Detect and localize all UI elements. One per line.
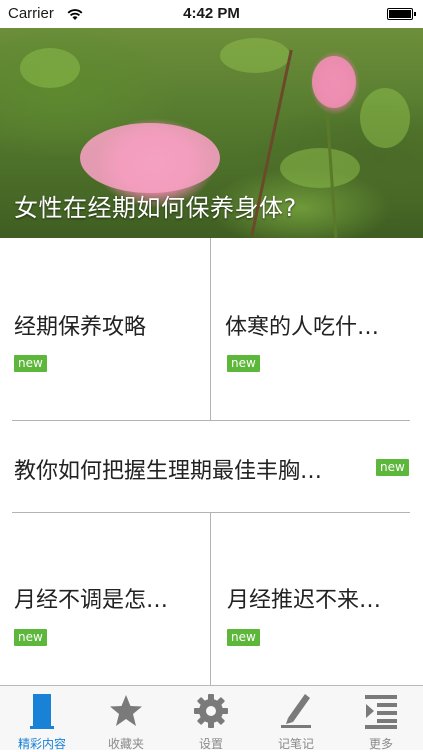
tab-label: 记笔记 xyxy=(277,737,314,751)
clock: 4:42 PM xyxy=(183,5,240,22)
tab-favorites[interactable]: 收藏夹 xyxy=(84,686,168,751)
tab-settings[interactable]: 设置 xyxy=(169,686,253,751)
foliage-decor xyxy=(20,48,80,88)
status-bar: Carrier 4:42 PM xyxy=(0,0,423,28)
tab-bar: 精彩内容 收藏夹 设置 记笔记 更多 xyxy=(0,685,423,751)
new-badge: new xyxy=(227,629,260,646)
foliage-decor xyxy=(220,38,290,73)
article-title: 月经不调是怎… xyxy=(14,588,169,613)
rose-bud-image xyxy=(312,56,356,108)
new-badge: new xyxy=(14,355,47,372)
foliage-decor xyxy=(280,148,360,188)
new-badge: new xyxy=(227,355,260,372)
star-icon xyxy=(110,695,142,726)
tab-featured[interactable]: 精彩内容 xyxy=(0,686,84,751)
pen-icon xyxy=(281,694,311,728)
rose-image xyxy=(80,123,220,193)
article-title: 月经推迟不来… xyxy=(227,588,382,613)
tab-notes[interactable]: 记笔记 xyxy=(254,686,338,751)
hero-title: 女性在经期如何保养身体? xyxy=(14,194,297,222)
tab-more[interactable]: 更多 xyxy=(339,686,423,751)
article-title: 教你如何把握生理期最佳丰胸… xyxy=(14,459,323,484)
article-card[interactable]: 体寒的人吃什… new xyxy=(211,238,423,420)
article-card[interactable]: 月经推迟不来… new xyxy=(211,513,423,685)
tab-label: 设置 xyxy=(198,737,223,751)
article-title: 经期保养攻略 xyxy=(14,315,147,340)
tab-label: 收藏夹 xyxy=(107,737,144,751)
list-icon xyxy=(365,695,397,729)
article-card[interactable]: 经期保养攻略 new xyxy=(0,238,210,420)
article-card[interactable]: 教你如何把握生理期最佳丰胸… new xyxy=(0,421,423,512)
tab-label: 精彩内容 xyxy=(17,737,66,751)
new-badge: new xyxy=(376,459,409,476)
new-badge: new xyxy=(14,629,47,646)
bookmark-icon xyxy=(30,694,54,729)
article-card[interactable]: 月经不调是怎… new xyxy=(0,513,210,685)
foliage-decor xyxy=(360,88,410,148)
gear-icon xyxy=(194,694,228,728)
tab-label: 更多 xyxy=(368,737,393,751)
hero-banner[interactable]: 女性在经期如何保养身体? xyxy=(0,28,423,238)
article-title: 体寒的人吃什… xyxy=(225,315,380,340)
article-grid: 经期保养攻略 new 体寒的人吃什… new 教你如何把握生理期最佳丰胸… ne… xyxy=(0,238,423,685)
battery-icon xyxy=(387,8,416,20)
